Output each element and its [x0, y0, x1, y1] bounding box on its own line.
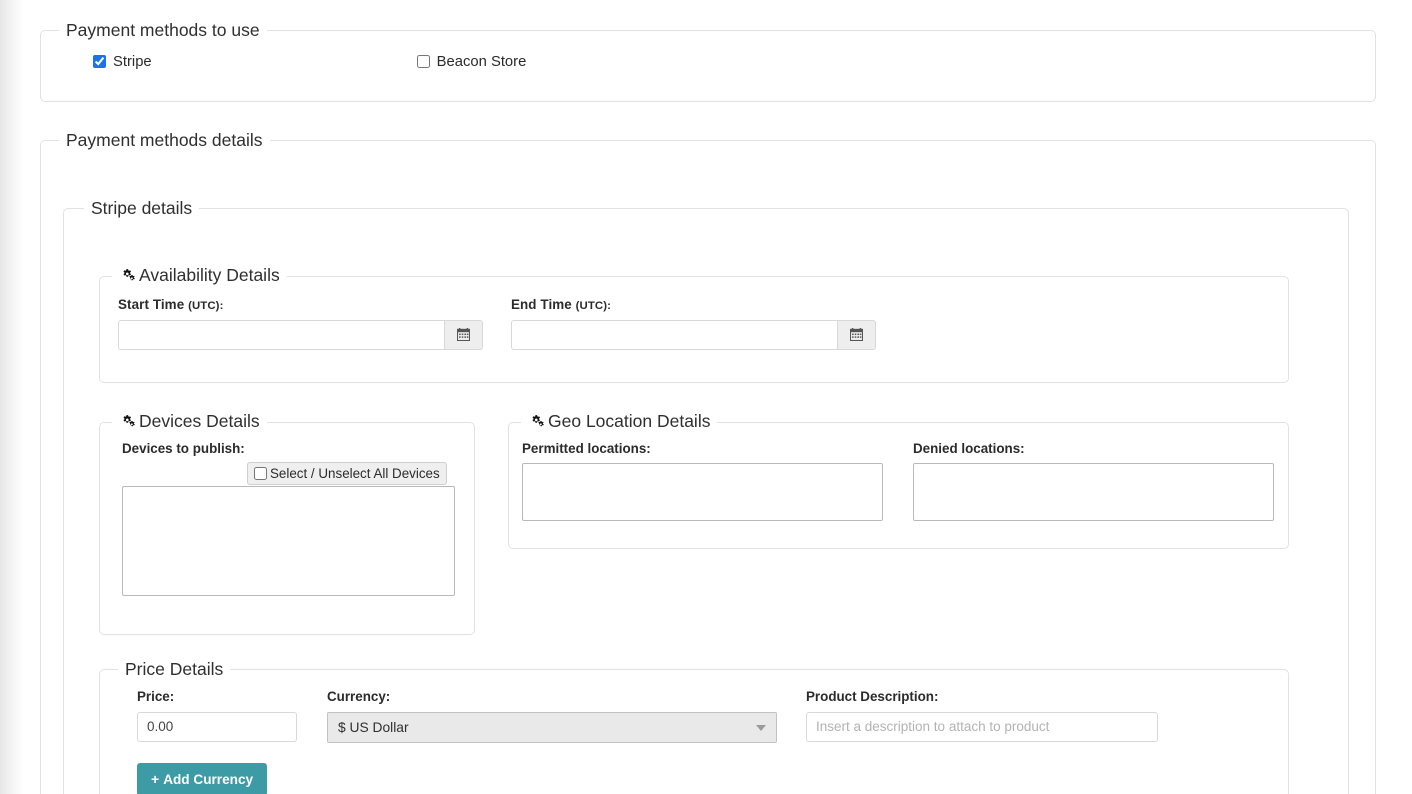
- add-currency-button[interactable]: + Add Currency: [137, 762, 268, 794]
- plus-icon: +: [151, 771, 160, 787]
- end-time-input[interactable]: [511, 319, 838, 350]
- cogs-icon: [119, 414, 136, 433]
- payment-methods-options: Stripe Beacon Store: [41, 40, 1375, 70]
- calendar-icon: [850, 328, 863, 341]
- geo-body: Permitted locations: Denied locations:: [509, 433, 1288, 521]
- availability-row: Start Time (UTC): End Time (UTC):: [100, 287, 1288, 350]
- price-body: Price: + Add Currency Currency: $ US Dol…: [100, 679, 1288, 794]
- geo-location-details-fieldset: Geo Location Details Permitted locations…: [508, 411, 1289, 549]
- geo-location-details-legend: Geo Location Details: [521, 411, 717, 433]
- currency-field: Currency: $ US Dollar: [327, 689, 777, 794]
- start-time-label-main: Start Time: [118, 296, 185, 312]
- start-time-calendar-button[interactable]: [445, 319, 483, 350]
- currency-select[interactable]: $ US Dollar: [327, 711, 777, 743]
- availability-details-title: Availability Details: [139, 265, 280, 285]
- left-edge-shadow: [0, 0, 24, 794]
- select-all-devices-label: Select / Unselect All Devices: [270, 465, 440, 481]
- currency-selected-value: $ US Dollar: [338, 719, 409, 735]
- payment-methods-details-legend: Payment methods details: [66, 130, 263, 150]
- select-all-devices-button[interactable]: Select / Unselect All Devices: [247, 461, 447, 485]
- availability-details-fieldset: Availability Details Start Time (UTC): E…: [99, 265, 1289, 383]
- product-description-label: Product Description:: [806, 688, 939, 704]
- end-time-label: End Time (UTC):: [511, 297, 876, 312]
- price-input[interactable]: [137, 711, 297, 742]
- payment-methods-to-use-legend: Payment methods to use: [66, 20, 260, 40]
- availability-details-legend: Availability Details: [112, 265, 287, 287]
- permitted-locations-field: Permitted locations:: [522, 441, 883, 521]
- add-currency-label: Add Currency: [163, 771, 254, 787]
- devices-details-fieldset: Devices Details Devices to publish: Sele…: [99, 411, 475, 635]
- start-time-input[interactable]: [118, 319, 445, 350]
- stripe-label: Stripe: [113, 53, 152, 70]
- calendar-icon: [457, 328, 470, 341]
- start-time-input-group: [118, 319, 483, 350]
- payment-methods-details-fieldset: Payment methods details Stripe details A…: [40, 130, 1376, 794]
- devices-details-title: Devices Details: [139, 411, 260, 431]
- denied-locations-box[interactable]: [913, 462, 1274, 521]
- end-time-calendar-button[interactable]: [838, 319, 876, 350]
- price-details-legend: Price Details: [125, 659, 224, 679]
- chevron-down-icon: [756, 725, 766, 731]
- product-description-field: Product Description:: [806, 689, 1158, 794]
- price-label: Price:: [137, 688, 175, 704]
- start-time-label-utc: (UTC):: [188, 299, 224, 312]
- stripe-details-fieldset: Stripe details Availability Details Star…: [63, 197, 1349, 794]
- price-field: Price: + Add Currency: [137, 689, 297, 794]
- cogs-icon: [528, 414, 545, 433]
- beacon-store-label: Beacon Store: [436, 53, 527, 70]
- end-time-input-group: [511, 319, 876, 350]
- permitted-locations-box[interactable]: [522, 462, 883, 521]
- cogs-icon: [119, 268, 136, 287]
- payment-settings-page: Payment methods to use Stripe Beacon Sto…: [0, 0, 1412, 794]
- payment-method-stripe-option[interactable]: Stripe: [93, 54, 152, 70]
- devices-to-publish-label: Devices to publish:: [122, 440, 245, 456]
- end-time-label-utc: (UTC):: [575, 299, 612, 312]
- denied-locations-label: Denied locations:: [913, 440, 1025, 456]
- end-time-field: End Time (UTC):: [511, 297, 876, 350]
- start-time-label: Start Time (UTC):: [118, 297, 483, 312]
- devices-body: Devices to publish: Select / Unselect Al…: [100, 433, 474, 596]
- payment-methods-to-use-fieldset: Payment methods to use Stripe Beacon Sto…: [40, 20, 1376, 102]
- denied-locations-field: Denied locations:: [913, 441, 1274, 521]
- geo-location-details-title: Geo Location Details: [548, 411, 711, 431]
- select-all-devices-checkbox[interactable]: [254, 466, 267, 480]
- stripe-checkbox[interactable]: [93, 55, 106, 68]
- price-details-fieldset: Price Details Price: + Add Currency Curr…: [99, 659, 1289, 794]
- end-time-label-main: End Time: [511, 296, 572, 312]
- currency-label: Currency:: [327, 688, 391, 704]
- devices-details-legend: Devices Details: [112, 411, 267, 433]
- beacon-store-checkbox[interactable]: [416, 55, 430, 68]
- product-description-input[interactable]: [806, 711, 1158, 742]
- start-time-field: Start Time (UTC):: [118, 297, 483, 350]
- permitted-locations-label: Permitted locations:: [522, 440, 651, 456]
- payment-method-beacon-store-option[interactable]: Beacon Store: [416, 53, 527, 70]
- devices-list-box[interactable]: [122, 485, 455, 596]
- stripe-details-legend: Stripe details: [91, 197, 193, 218]
